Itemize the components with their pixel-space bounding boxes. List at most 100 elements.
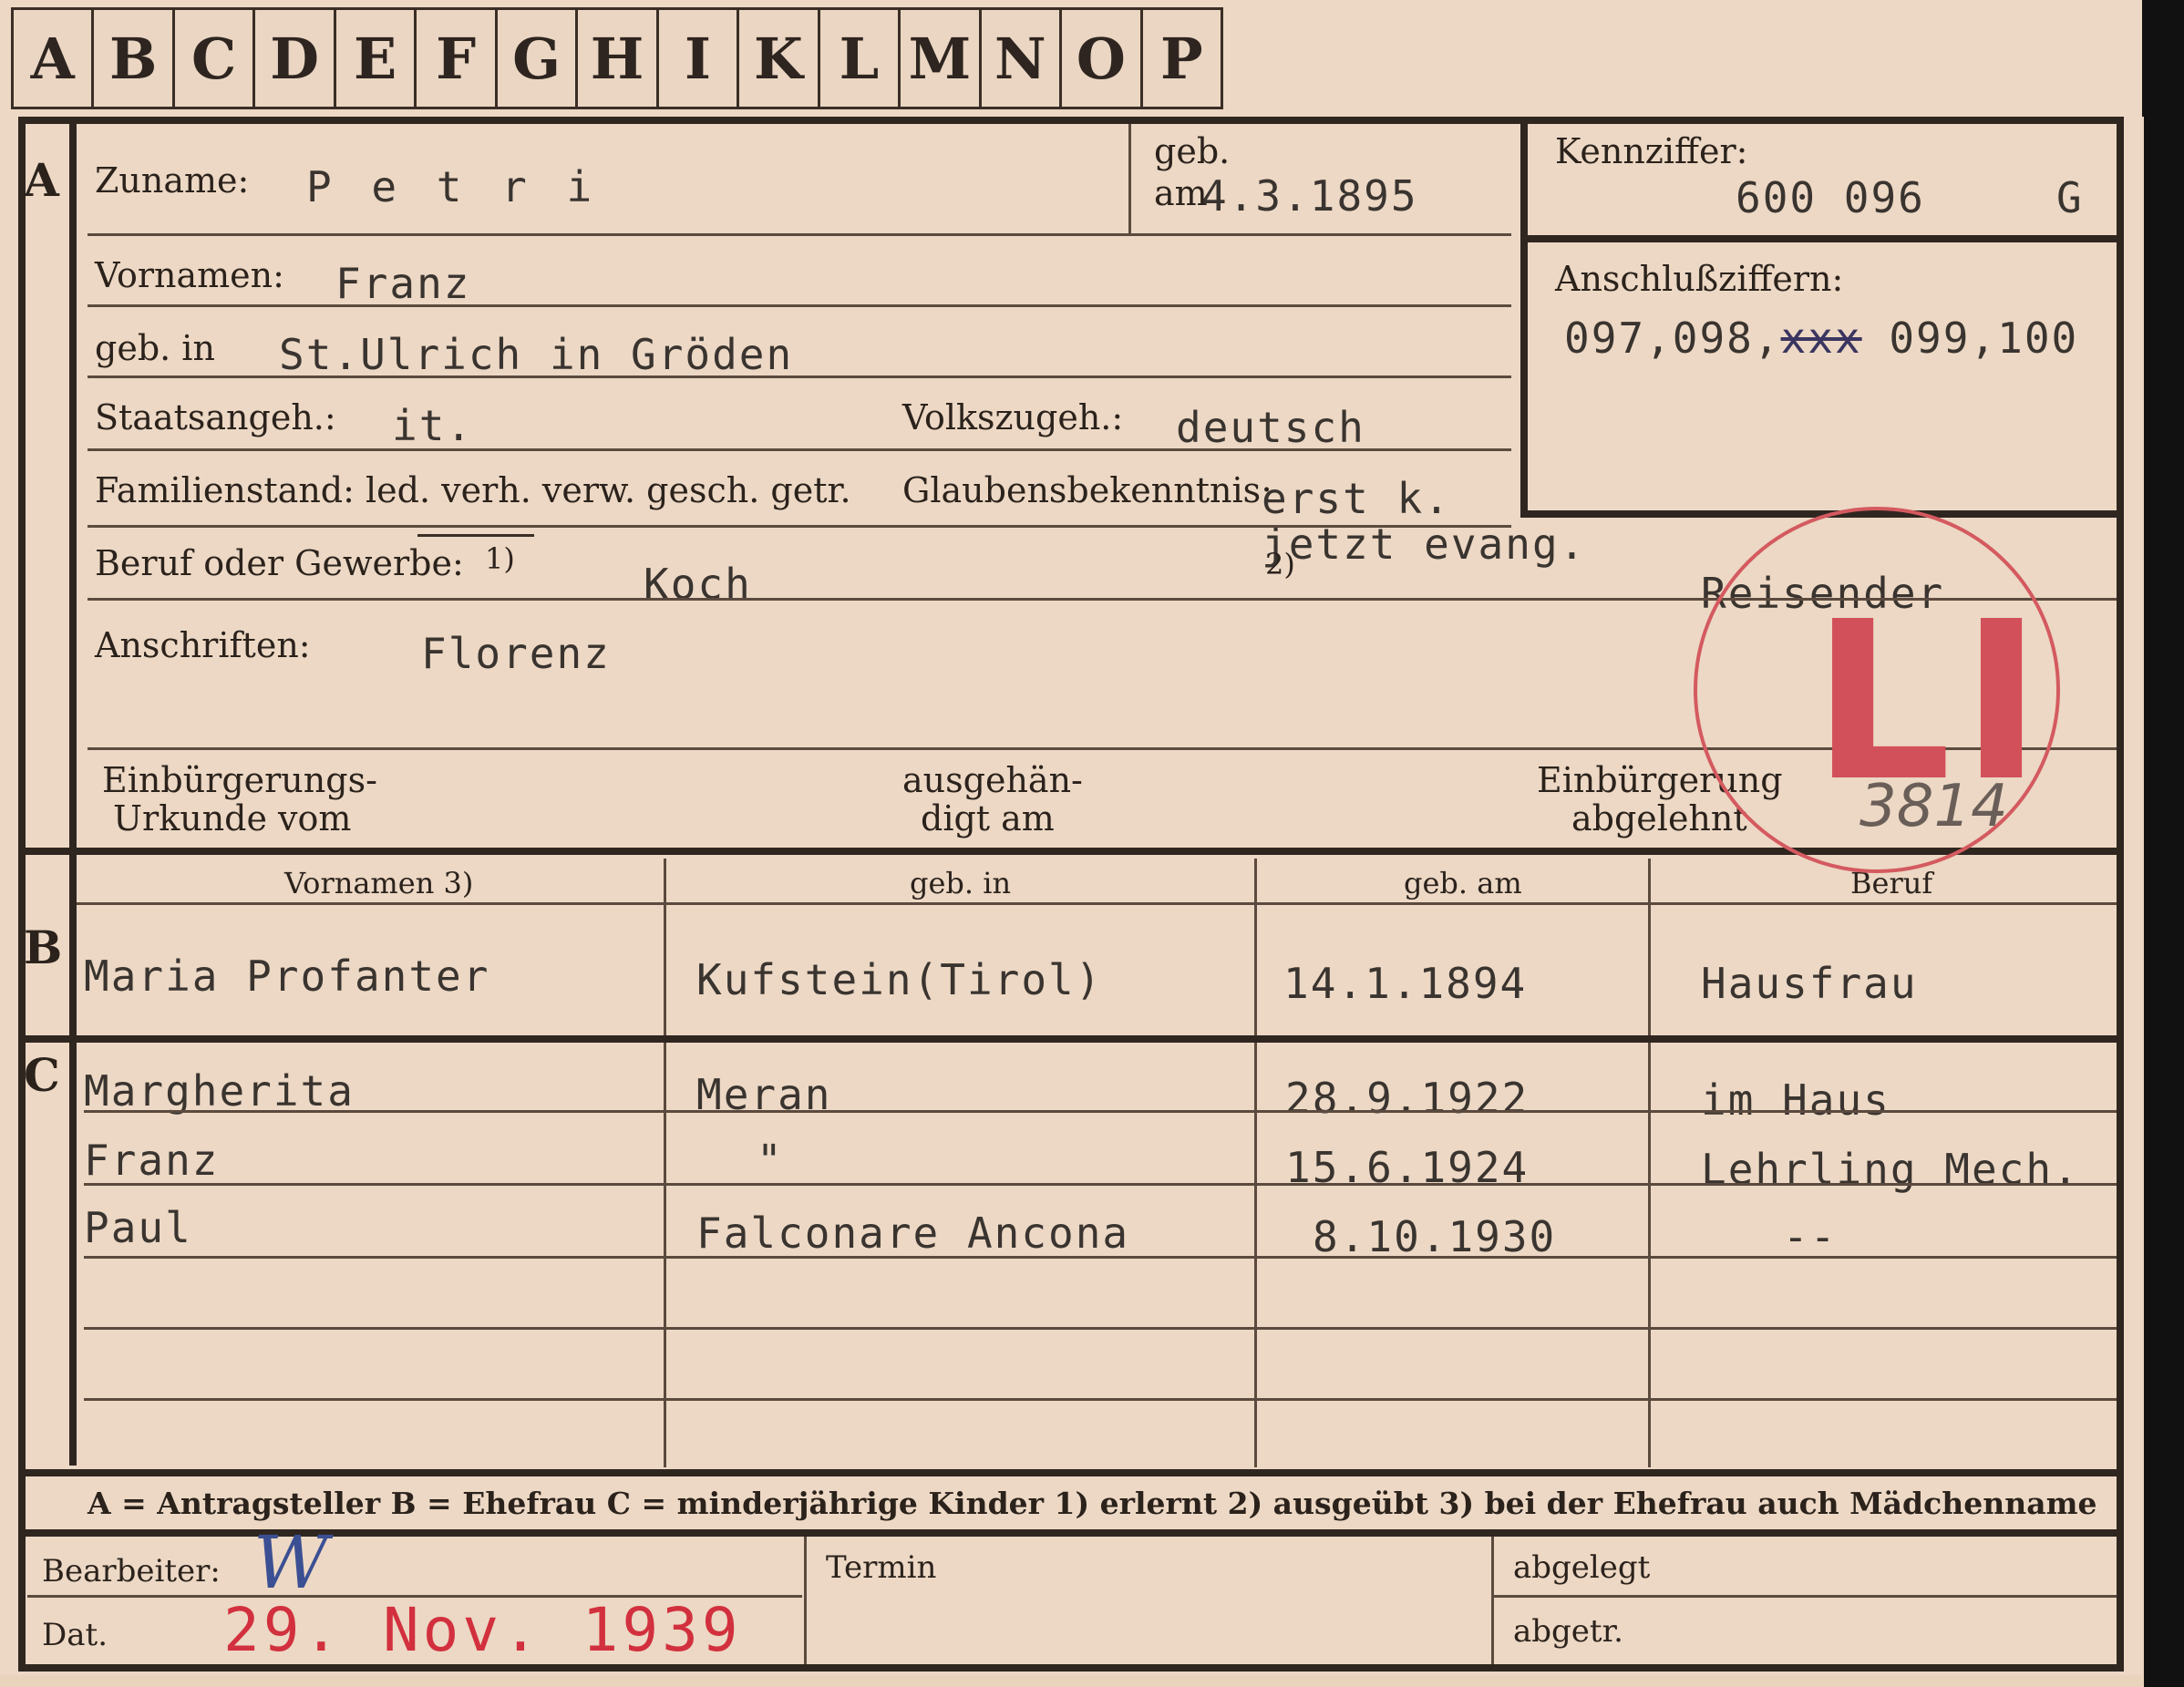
wife-occupation: Hausfrau [1701,959,1918,1008]
header-line [77,902,2117,905]
link-numbers-value: 097,098,xxx 099,100 [1564,314,2078,363]
tab-letter: B [94,10,175,107]
tab-letter: I [659,10,740,107]
row-line [84,1183,2117,1186]
column-line [664,859,666,1467]
religion-label: Glaubensbekenntnis: [902,470,1272,510]
address-value: Florenz [421,629,611,678]
section-divider [18,1469,2124,1476]
wife-birthdate: 14.1.1894 [1283,959,1528,1008]
birthplace-value: St.Ulrich in Gröden [279,330,794,379]
clerk-label: Bearbeiter: [42,1553,221,1589]
section-a-letter: A [24,153,59,207]
row-line [88,304,1511,307]
section-divider [18,1035,2124,1043]
tab-letter: G [498,10,579,107]
child-birthdate: 8.10.1930 [1313,1212,1557,1261]
naturalization-deed-label-line2: Urkunde vom [113,798,352,838]
column-line [1491,1537,1494,1664]
occupation-sup2: 2) [1265,547,1295,581]
id-box-divider [1520,235,2122,242]
id-suffix: G [2056,173,2084,222]
occupation-label: Beruf oder Gewerbe: [95,543,464,583]
row-line [88,448,1511,451]
tab-letter: M [901,10,982,107]
row-line [88,525,1511,528]
frame-bottom-line [18,1664,2124,1672]
id-box-left [1520,124,1528,516]
ethnicity-value: deutsch [1176,403,1365,452]
child-occupation: -- [1783,1212,1838,1261]
surname-value: P e t r i [306,162,600,211]
col-header-firstnames: Vornamen 3) [284,866,474,900]
date-stamp: 29. Nov. 1939 [223,1595,742,1665]
born-on-value: 4.3.1895 [1201,171,1418,221]
frame-right-line [2117,117,2124,1666]
tab-letter: K [739,10,820,107]
citizenship-label: Staatsangeh.: [95,397,336,437]
frame-top-line [18,117,2124,124]
row-line [88,233,1511,236]
link-numbers-label: Anschlußziffern: [1555,259,1844,299]
sent-label: abgetr. [1513,1613,1623,1650]
frame-left-line [18,117,26,1666]
ethnicity-label: Volkszugeh.: [902,397,1124,437]
child-birthplace: " [757,1136,784,1185]
divider [1128,124,1131,233]
marital-status-underline [417,534,534,537]
birthplace-label: geb. in [95,328,215,368]
clerk-initials: W [253,1520,329,1605]
child-name: Paul [84,1203,192,1252]
row-line [84,1327,2117,1330]
child-occupation: Lehrling Mech. [1701,1145,2080,1194]
legend: A = Antragsteller B = Ehefrau C = minder… [88,1486,2097,1521]
section-b-letter: B [24,921,63,974]
naturalization-rejected-label-line2: abgelehnt [1571,798,1747,838]
tab-letter: C [175,10,256,107]
column-line [804,1537,807,1664]
link-numbers-prefix: 097,098, [1564,314,1781,363]
link-numbers-struck: xxx [1780,314,1862,363]
born-on-label: geb. [1154,131,1231,171]
id-value: 600 096 [1736,173,1925,222]
wife-birthplace: Kufstein(Tirol) [696,955,1103,1004]
firstname-label: Vornamen: [95,255,284,295]
tab-letter: D [255,10,336,107]
alphabet-tab-strip: A B C D E F G H I K L M N O P [11,7,1223,109]
citizenship-value: it. [392,401,474,450]
tab-letter: P [1159,25,1203,92]
tab-letter: N [982,10,1063,107]
column-line [1648,859,1651,1467]
date-label: Dat. [42,1617,108,1653]
col-header-birthdate: geb. am [1404,866,1522,900]
tab-letter: A [14,10,95,107]
occupation-sup1: 1) [485,541,515,576]
wife-name: Maria Profanter [84,952,490,1001]
child-occupation: im Haus [1701,1075,1890,1125]
marital-status-label: Familienstand: led. verh. verw. gesch. g… [95,470,851,510]
section-divider [18,1529,2124,1537]
column-line [1254,859,1257,1467]
child-birthdate: 28.9.1922 [1285,1074,1530,1123]
address-label: Anschriften: [95,625,311,665]
appointment-label: Termin [826,1549,937,1586]
born-on-am-label: am [1154,173,1208,213]
firstname-value: Franz [335,259,471,308]
religion-value: erst k. [1262,474,1451,523]
occupation-learned-value: Koch [644,560,752,609]
tab-letter: L [820,10,901,107]
row-line [84,1110,2117,1113]
tab-letter: O [1062,10,1143,107]
row-line [84,1398,2117,1401]
filed-label: abgelegt [1513,1549,1651,1586]
section-c-letter: C [24,1048,60,1102]
row-line [88,375,1511,378]
section-column-line [69,117,77,1466]
stamp-number: 3814 [1859,773,2008,840]
child-birthplace: Falconare Ancona [696,1209,1130,1258]
col-header-birthplace: geb. in [910,866,1012,900]
tab-letter: F [417,10,498,107]
naturalization-deed-label-line1: Einbürgerungs- [102,760,377,800]
row-line [84,1256,2117,1259]
row-line [1491,1595,2117,1598]
